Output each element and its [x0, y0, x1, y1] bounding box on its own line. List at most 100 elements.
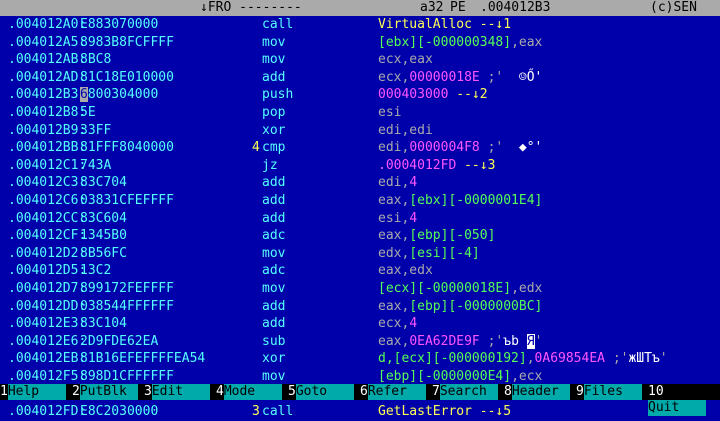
row-bytes: 2D9FDE62EA: [80, 333, 158, 351]
row-bytes: 8983B8FCFFFF: [80, 34, 174, 52]
disassembly-row[interactable]: .004012AD: 81C18E010000 add ecx,00000018E ;…: [0, 69, 720, 87]
row-bytes-text: 2D9FDE62EA: [80, 333, 159, 349]
function-key-quit[interactable]: 10Quit: [648, 384, 720, 416]
disassembly-row[interactable]: .004012CC: 83C604 add esi,4: [0, 210, 720, 228]
row-bytes-text: 743A: [80, 157, 112, 173]
disassembly-row[interactable]: .004012A0: E883070000 call VirtualAlloc --↓…: [0, 16, 720, 34]
function-key-label: Edit: [151, 384, 210, 400]
operand-part: edi,: [378, 140, 410, 156]
row-bytes-text: 81B16EFEFFFFEA54: [80, 351, 206, 367]
row-address: .004012CC:: [8, 210, 87, 226]
function-key-number: 9: [576, 384, 584, 399]
operand-part: 4: [409, 210, 418, 226]
disassembly-row[interactable]: .004012C6: 03831CFEFFFF add eax,[ebx][-0000…: [0, 192, 720, 210]
row-bytes-text: 81C18E010000: [80, 69, 174, 85]
disassembly-row[interactable]: .004012AB: 8BC8 mov ecx,eax: [0, 51, 720, 69]
function-key-number: 4: [216, 384, 224, 399]
row-bytes: 8BC8: [80, 51, 111, 69]
row-bytes-text: 13C2: [80, 263, 112, 279]
operand-part: eax,: [378, 298, 410, 314]
row-bytes: 038544FFFFFF: [80, 298, 174, 316]
disassembly-row[interactable]: .004012D7: 899172FEFFFF mov [ecx][-00000018…: [0, 280, 720, 298]
disassembly-row[interactable]: .004012A5: 8983B8FCFFFF mov [ebx][-00000034…: [0, 34, 720, 52]
function-key-header[interactable]: 8Header: [504, 384, 570, 400]
disassembly-row[interactable]: .004012BB: 81FFF8040000 4 cmp edi,0000004F8 …: [0, 139, 720, 157]
row-address: .004012AB:: [8, 52, 87, 68]
operand-part: ;': [605, 351, 629, 367]
row-bytes-text: 8BC8: [80, 52, 112, 68]
row-address: .004012D2:: [8, 245, 87, 261]
row-address: .004012CF:: [8, 228, 87, 244]
row-bytes: 8B56FC: [80, 245, 127, 263]
operand-part: --↓2: [448, 87, 488, 103]
current-address: .004012B3: [480, 0, 551, 15]
row-mnemonic: add: [262, 316, 286, 332]
operand-part: 4: [409, 175, 418, 191]
row-mnemonic: call: [262, 404, 294, 420]
row-bytes: 6800304000: [80, 86, 158, 104]
operand-part: .0004012FD: [378, 157, 457, 173]
disassembly-listing[interactable]: .004012A0: E883070000 call VirtualAlloc --↓…: [0, 16, 720, 421]
row-address: .004012B8:: [8, 104, 87, 120]
disassembly-row[interactable]: .004012E6: 2D9FDE62EA sub eax,0EA62DE9F ;'ъ…: [0, 333, 720, 351]
operand-part: ;': [479, 140, 519, 156]
function-key-goto[interactable]: 5Goto: [288, 384, 354, 400]
row-operands: ecx,eax: [378, 51, 433, 69]
row-mnemonic: xor: [262, 351, 286, 367]
function-key-label: Search: [439, 384, 498, 400]
row-mnemonic: add: [262, 175, 286, 191]
operand-part: ,: [526, 351, 535, 367]
copyright: (c)SEN: [650, 0, 697, 15]
disassembly-row[interactable]: .004012B3: 6800304000 push 000403000 --↓2: [0, 86, 720, 104]
row-bytes-text: 81FFF8040000: [80, 140, 174, 156]
row-operands: eax,edx: [378, 262, 433, 280]
jump-reference-number: 3: [252, 404, 260, 420]
disassembly-row[interactable]: .004012C1: 743A jz .0004012FD --↓3: [0, 157, 720, 175]
disassembly-row[interactable]: .004012D5: 13C2 adc eax,edx: [0, 262, 720, 280]
disassembly-row[interactable]: .004012D2: 8B56FC mov edx,[esi][-4]: [0, 245, 720, 263]
function-key-mode[interactable]: 4Mode: [216, 384, 282, 400]
operand-part: жШТъ: [628, 351, 660, 367]
view-mode: ↓FRO --------: [200, 0, 302, 15]
row-operands: esi: [378, 104, 401, 122]
row-address: .004012E3:: [8, 316, 87, 332]
function-key-label: Goto: [295, 384, 354, 400]
disassembly-row[interactable]: .004012C3: 83C704 add edi,4: [0, 174, 720, 192]
row-address: .004012C6:: [8, 192, 87, 208]
function-key-refer[interactable]: 6Refer: [360, 384, 426, 400]
disassembly-row[interactable]: .004012F5: 898D1CFFFFFF mov [ebp][-0000000E…: [0, 368, 720, 386]
row-bytes: E8C2030000: [80, 403, 158, 421]
operand-part: [ebx][-0000001E4]: [409, 192, 543, 208]
row-bytes-text: 899172FEFFFF: [80, 280, 174, 296]
function-key-search[interactable]: 7Search: [432, 384, 498, 400]
disassembly-row[interactable]: .004012E3: 83C104 add ecx,4: [0, 315, 720, 333]
function-key-help[interactable]: 1Help: [0, 384, 66, 400]
row-operands: [ecx][-00000018E],edx: [378, 280, 542, 298]
row-mnemonic: cmp: [262, 140, 286, 156]
function-key-files[interactable]: 9Files: [576, 384, 642, 400]
disassembly-row[interactable]: .004012CF: 1345B0 adc eax,[ebp][-050]: [0, 227, 720, 245]
row-mnemonic: mov: [262, 368, 286, 384]
row-mnemonic: pop: [262, 104, 286, 120]
operand-part: VirtualAlloc --↓1: [378, 17, 512, 32]
row-bytes-text: 898D1CFFFFFF: [80, 368, 174, 384]
function-key-number: 1: [0, 384, 8, 399]
row-mnemonic: mov: [262, 52, 286, 68]
row-mnemonic: adc: [262, 228, 286, 244]
function-key-label: Quit: [648, 400, 706, 416]
function-key-edit[interactable]: 3Edit: [144, 384, 210, 400]
row-address: .004012EB:: [8, 351, 87, 367]
row-bytes: 81FFF8040000: [80, 139, 174, 157]
disassembly-row[interactable]: .004012EB: 81B16EFEFFFFEA54 xor d,[ecx][-00…: [0, 350, 720, 368]
disassembly-row[interactable]: .004012FD: E8C2030000 3 call GetLastError --…: [0, 403, 720, 421]
disassembly-row[interactable]: .004012B9: 33FF xor edi,edi: [0, 122, 720, 140]
row-operands: d,[ecx][-000000192],0A69854EA ;'жШТъ': [378, 350, 668, 368]
operand-part: esi: [378, 104, 402, 120]
row-address: .004012A0:: [8, 17, 87, 32]
disassembly-row[interactable]: .004012DD: 038544FFFFFF add eax,[ebp][-0000…: [0, 298, 720, 316]
jump-reference-number: 4: [252, 140, 260, 156]
operand-part: --↓3: [456, 157, 496, 173]
function-key-putblk[interactable]: 2PutBlk: [72, 384, 138, 400]
row-operands: edi,0000004F8 ;' ◆°': [378, 139, 542, 157]
disassembly-row[interactable]: .004012B8: 5E pop esi: [0, 104, 720, 122]
